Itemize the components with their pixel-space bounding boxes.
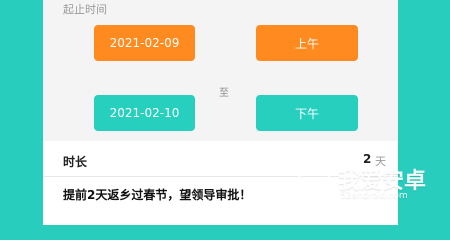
duration-row <box>43 141 398 176</box>
leave-request-screen: 起止时间 2021-02-09 上午 至 2021-02-10 下午 时长 2 … <box>43 0 398 225</box>
duration-value: 2 <box>363 152 372 166</box>
end-period-button[interactable]: 下午 <box>256 95 358 131</box>
to-separator: 至 <box>219 88 229 99</box>
end-date-button[interactable]: 2021-02-10 <box>94 95 195 131</box>
time-range-panel: 2021-02-09 上午 至 2021-02-10 下午 <box>43 15 398 141</box>
start-period-button[interactable]: 上午 <box>256 25 358 61</box>
leave-reason-text: 提前2天返乡过春节，望领导审批！ <box>63 188 252 202</box>
duration-unit: 天 <box>375 155 386 168</box>
duration-label: 时长 <box>63 155 88 169</box>
start-date-button[interactable]: 2021-02-09 <box>94 25 195 61</box>
